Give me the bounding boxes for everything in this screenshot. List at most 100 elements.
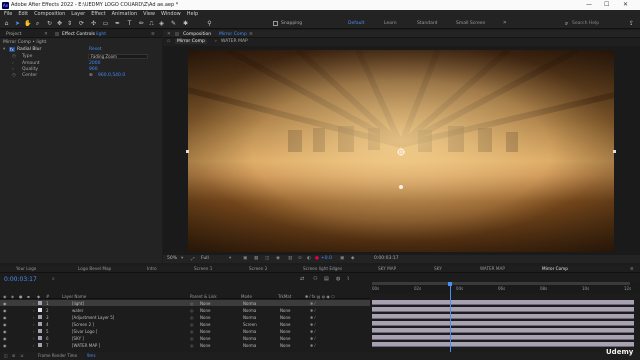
minimize-button[interactable]: — — [586, 1, 592, 8]
workspace-learn[interactable]: Learn — [384, 21, 397, 26]
layer-duration-bar[interactable] — [372, 307, 634, 312]
timeline-tab-sky[interactable]: SKY — [434, 266, 442, 271]
pin-tool-icon[interactable]: ⚲ — [206, 20, 213, 27]
eye-icon[interactable]: ◉ — [3, 336, 7, 341]
eye-icon[interactable]: ◉ — [3, 308, 7, 313]
layer-switches[interactable]: ✱ ⁄ — [310, 322, 315, 327]
crosshair-icon[interactable]: ⊕ — [89, 73, 93, 78]
show-snapshot-icon[interactable]: ◐ — [307, 256, 311, 261]
expand-icon[interactable]: ⇲ — [20, 353, 23, 358]
layer-mode[interactable]: Norma — [243, 336, 256, 341]
layer-handle-right[interactable] — [613, 150, 616, 153]
shy-layers-icon[interactable]: ⚇ — [313, 276, 317, 282]
snapshot-camera-icon[interactable]: ⊙ — [298, 256, 302, 261]
expand-icon[interactable]: › — [33, 343, 35, 348]
eye-icon[interactable]: ◉ — [3, 315, 7, 320]
layer-mode[interactable]: Norma — [243, 343, 256, 348]
pick-whip-icon[interactable]: ◎ — [190, 329, 194, 334]
subtab-mirror-comp[interactable]: Mirror Comp — [175, 39, 207, 44]
panel-menu-icon[interactable]: ≡ — [151, 32, 155, 37]
layer-parent[interactable]: None — [200, 343, 210, 348]
pick-whip-icon[interactable]: ◎ — [190, 343, 194, 348]
menu-window[interactable]: Window — [161, 11, 181, 17]
effect-reset-link[interactable]: Reset — [89, 47, 102, 52]
layer-row[interactable]: ◉ › 4 [Screen 2 ] None Screen None ◎ ✱ ⁄ — [0, 321, 370, 327]
comp-flowchart-icon[interactable]: ⊞ — [12, 353, 15, 358]
puppet-pin-icon[interactable]: ✱ — [182, 20, 189, 27]
layer-duration-bar[interactable] — [372, 328, 634, 333]
fit-icon[interactable]: ⤢ — [191, 256, 195, 262]
home-icon[interactable]: ⌂ — [3, 20, 10, 27]
amount-value[interactable]: 2000 — [89, 61, 100, 66]
timeline-tab-water-map[interactable]: WATER MAP — [480, 266, 505, 271]
layer-parent[interactable]: None — [200, 322, 210, 327]
expand-icon[interactable]: › — [33, 336, 35, 341]
layer-name[interactable]: water — [72, 308, 83, 313]
layer-mode[interactable]: Norma — [243, 329, 256, 334]
chevron-down-icon[interactable]: ▾ — [181, 256, 183, 261]
layer-switches[interactable]: ✱ ⁄ — [310, 336, 315, 341]
layer-duration-bar[interactable] — [372, 342, 634, 347]
anchor-tool-icon[interactable]: ✣ — [90, 20, 97, 27]
eye-icon[interactable]: ◉ — [3, 343, 7, 348]
pick-whip-icon[interactable]: ◎ — [190, 315, 194, 320]
panel-menu-icon[interactable]: ≡ — [249, 32, 253, 37]
layer-mode[interactable]: Norma — [243, 308, 256, 313]
chevron-right-icon[interactable]: › — [12, 61, 14, 66]
eye-icon[interactable]: ◉ — [3, 322, 7, 327]
expand-icon[interactable]: › — [33, 308, 35, 313]
expand-icon[interactable]: › — [33, 322, 35, 327]
composition-viewer[interactable] — [188, 50, 614, 252]
chevron-down-icon[interactable]: ▾ — [229, 256, 231, 261]
layer-switches[interactable]: ✱ ⁄ — [310, 329, 315, 334]
layer-parent[interactable]: None — [200, 329, 210, 334]
mask-icon[interactable]: ◫ — [265, 256, 269, 261]
channel-icon[interactable]: ◉ — [276, 256, 280, 261]
pick-whip-icon[interactable]: ◎ — [190, 336, 194, 341]
draft-3d-icon[interactable]: ⇄ — [300, 276, 304, 282]
roto-brush-icon[interactable]: ✎ — [170, 20, 177, 27]
tab-effect-controls[interactable]: Effect Controls — [62, 32, 95, 37]
expand-icon[interactable]: › — [33, 315, 35, 320]
maximize-button[interactable]: ☐ — [604, 1, 609, 8]
layer-label-color[interactable] — [38, 315, 42, 319]
timeline-tab-screen-2[interactable]: Screen 2 — [249, 266, 267, 271]
layer-duration-bar[interactable] — [372, 314, 634, 319]
type-dropdown[interactable]: Fading Zoom — [88, 54, 148, 59]
layer-parent[interactable]: None — [200, 336, 210, 341]
layer-label-color[interactable] — [38, 308, 42, 312]
menu-effect[interactable]: Effect — [91, 11, 105, 17]
grid-icon[interactable]: ▦ — [254, 256, 258, 261]
layer-duration-bar[interactable] — [372, 300, 634, 305]
col-parent[interactable]: Parent & Link — [190, 294, 217, 299]
snapping-checkbox[interactable] — [273, 21, 278, 26]
motion-blur-icon[interactable]: ◍ — [336, 276, 340, 282]
menu-view[interactable]: View — [143, 11, 155, 17]
layer-row[interactable]: ◉ › 7 [WATER MAP ] None Norma None ◎ ✱ ⁄ — [0, 342, 370, 348]
stopwatch-icon[interactable]: ◷ — [12, 54, 16, 59]
layer-name[interactable]: [SKY ] — [72, 336, 84, 341]
lock-icon[interactable]: ▫ — [167, 39, 170, 44]
menu-file[interactable]: File — [4, 11, 12, 17]
timeline-tab-screen-1[interactable]: Screen 1 — [194, 266, 212, 271]
layer-search-input[interactable]: ⌕ — [52, 276, 55, 282]
layer-row[interactable]: ◉ › 3 [Adjustment Layer 5] None Norma None ◎ ✱ ⁄ — [0, 314, 370, 320]
layer-duration-bar[interactable] — [372, 321, 634, 326]
timeline-tab-mirror-comp[interactable]: Mirror Comp — [542, 266, 568, 271]
color-management-icon[interactable]: ● — [315, 256, 319, 261]
layer-trkmat[interactable]: None — [280, 329, 290, 334]
rectangle-tool-icon[interactable]: ▭ — [102, 20, 109, 27]
playhead[interactable] — [449, 282, 451, 354]
subtab-water-map[interactable]: WATER MAP — [221, 39, 248, 44]
pick-whip-icon[interactable]: ◎ — [190, 308, 194, 313]
hand-tool-icon[interactable]: ✋ — [24, 20, 31, 27]
workspace-small-screen[interactable]: Small Screen — [456, 21, 485, 26]
graph-editor-icon[interactable]: ⌇ — [347, 276, 349, 282]
layer-trkmat[interactable]: None — [280, 308, 290, 313]
layer-label-color[interactable] — [38, 336, 42, 340]
timeline-tab-your-logo[interactable]: Your Logo — [16, 266, 36, 271]
layer-row[interactable]: ◉ › 6 [SKY ] None Norma None ◎ ✱ ⁄ — [0, 335, 370, 341]
eye-icon[interactable]: ◉ — [3, 301, 7, 306]
layer-duration-bar[interactable] — [372, 335, 634, 340]
selection-tool-icon[interactable]: ➤ — [14, 20, 21, 27]
